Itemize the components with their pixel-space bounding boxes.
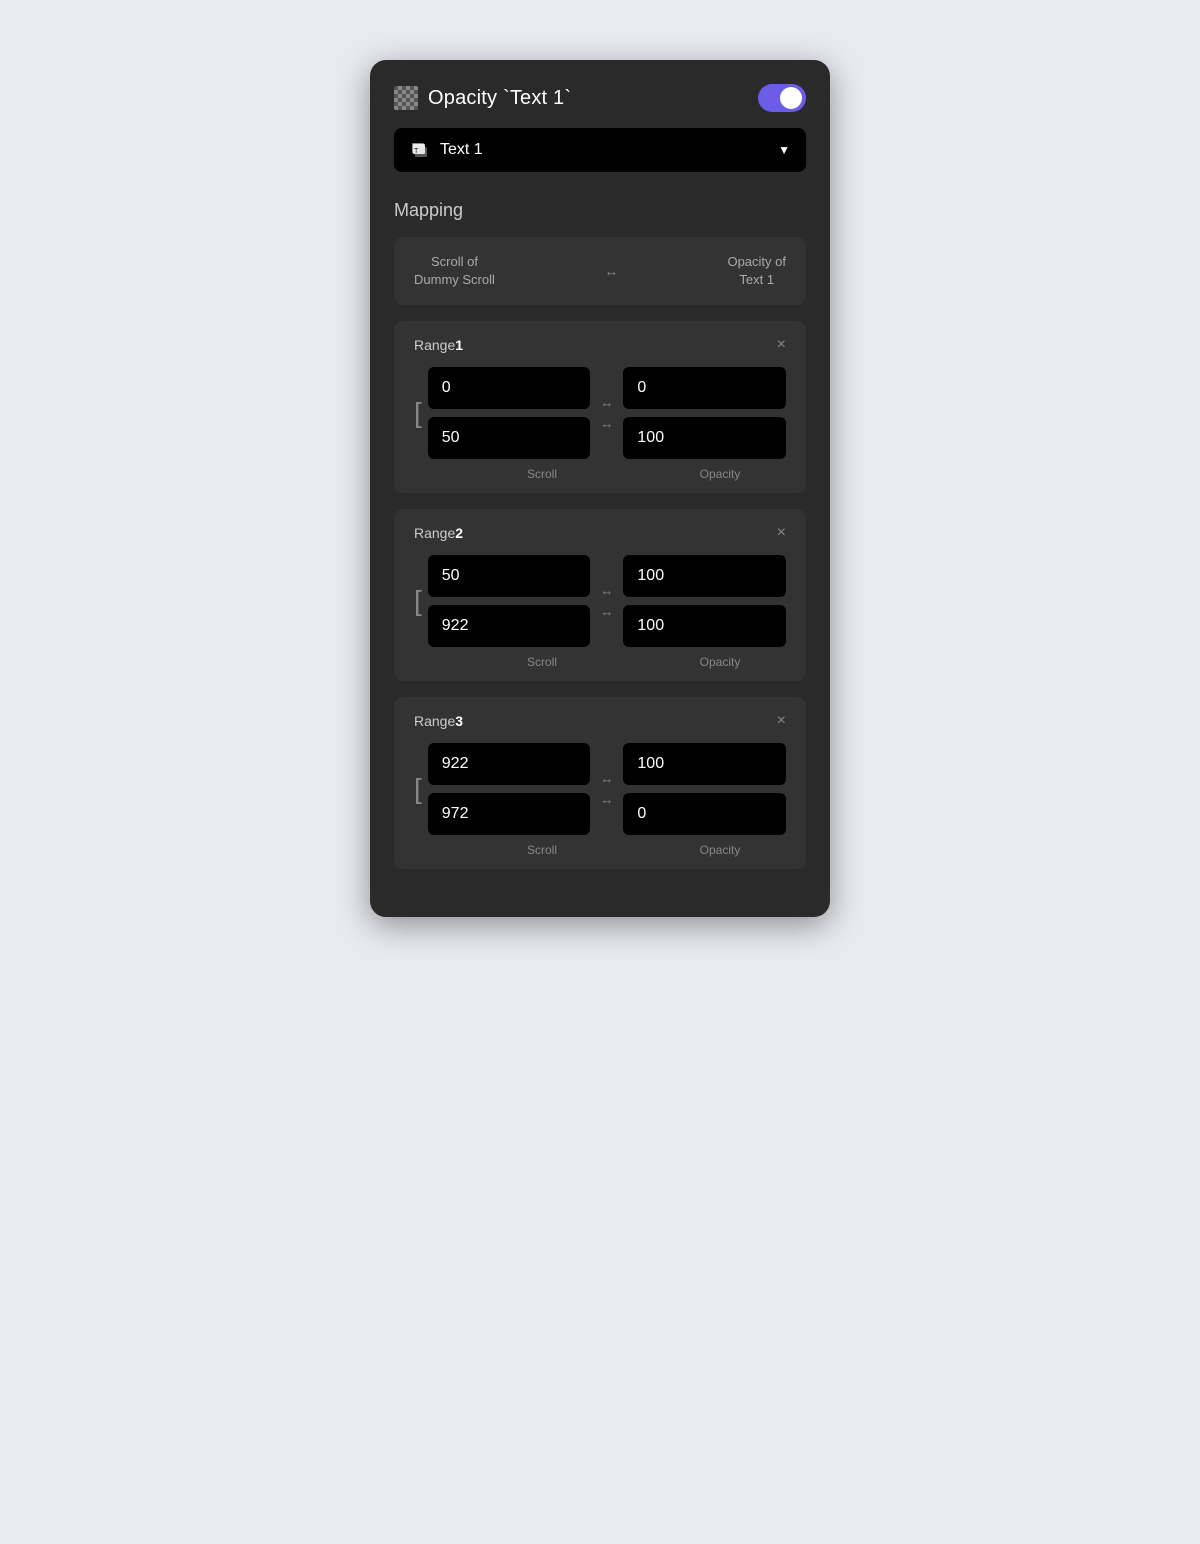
dropdown-arrow-icon: ▼ — [778, 143, 790, 157]
toggle-slider — [758, 84, 806, 112]
range-2-axis-labels: Scroll Opacity — [414, 655, 786, 669]
range-3-opacity-max[interactable] — [623, 793, 786, 835]
range-1-scroll-label: Scroll — [460, 467, 608, 481]
range-2-opacity-max[interactable] — [623, 605, 786, 647]
range-3-inputs: [ ↔ ↔ — [414, 743, 786, 835]
range-1-bracket: [ — [414, 367, 428, 459]
range-1-axis-labels: Scroll Opacity — [414, 467, 786, 481]
range-3-header: Range3 × — [414, 713, 786, 729]
range-1-close-button[interactable]: × — [777, 337, 786, 353]
range-3-opacity-inputs — [623, 743, 786, 835]
dropdown-left: T Text 1 — [410, 140, 483, 160]
header-left: Opacity `Text 1` — [394, 86, 571, 110]
range-3-close-button[interactable]: × — [777, 713, 786, 729]
layer-icon: T — [410, 140, 430, 160]
range-1-header: Range1 × — [414, 337, 786, 353]
range-2-scroll-inputs — [428, 555, 591, 647]
range-1-title: Range1 — [414, 337, 463, 353]
range-2-connector-top-icon: ↔ — [600, 584, 613, 597]
range-3-opacity-min[interactable] — [623, 743, 786, 785]
range-1-opacity-label: Opacity — [654, 467, 786, 481]
range-2-bracket: [ — [414, 555, 428, 647]
range-1-scroll-inputs — [428, 367, 591, 459]
range-1-opacity-inputs — [623, 367, 786, 459]
range-1-inputs: [ ↔ ↔ — [414, 367, 786, 459]
range-2-connectors: ↔ ↔ — [590, 555, 623, 647]
svg-text:T: T — [414, 148, 419, 155]
opacity-panel: Opacity `Text 1` T Text 1 ▼ Mapping Scro… — [370, 60, 830, 917]
range-3-connector-top-icon: ↔ — [600, 772, 613, 785]
range-1-connector-bottom-icon: ↔ — [600, 417, 613, 430]
range-1-scroll-min[interactable] — [428, 367, 591, 409]
range-card-2: Range2 × [ ↔ ↔ Scroll Opacity — [394, 509, 806, 681]
panel-title: Opacity `Text 1` — [428, 87, 571, 110]
range-1-connectors: ↔ ↔ — [590, 367, 623, 459]
range-3-scroll-label: Scroll — [460, 843, 608, 857]
range-2-header: Range2 × — [414, 525, 786, 541]
range-3-scroll-min[interactable] — [428, 743, 591, 785]
range-2-connector-bottom-icon: ↔ — [600, 605, 613, 618]
range-3-connector-bottom-icon: ↔ — [600, 793, 613, 806]
range-2-opacity-min[interactable] — [623, 555, 786, 597]
range-1-opacity-max[interactable] — [623, 417, 786, 459]
range-3-axis-labels: Scroll Opacity — [414, 843, 786, 857]
mapping-section: Mapping Scroll ofDummy Scroll ↔ Opacity … — [394, 200, 806, 305]
range-card-3: Range3 × [ ↔ ↔ Scroll Opacity — [394, 697, 806, 869]
mapping-source-label: Scroll ofDummy Scroll — [414, 253, 495, 289]
mapping-heading: Mapping — [394, 200, 806, 221]
range-3-connectors: ↔ ↔ — [590, 743, 623, 835]
mapping-target-label: Opacity ofText 1 — [727, 253, 786, 289]
range-2-scroll-label: Scroll — [460, 655, 608, 669]
mapping-row: Scroll ofDummy Scroll ↔ Opacity ofText 1 — [394, 237, 806, 305]
dropdown-label: Text 1 — [440, 141, 483, 159]
layer-dropdown[interactable]: T Text 1 ▼ — [394, 128, 806, 172]
range-3-scroll-inputs — [428, 743, 591, 835]
range-3-opacity-label: Opacity — [654, 843, 786, 857]
enable-toggle[interactable] — [758, 84, 806, 112]
range-3-title: Range3 — [414, 713, 463, 729]
range-3-bracket: [ — [414, 743, 428, 835]
range-card-1: Range1 × [ ↔ ↔ Scroll Opacity — [394, 321, 806, 493]
range-1-scroll-max[interactable] — [428, 417, 591, 459]
range-2-scroll-max[interactable] — [428, 605, 591, 647]
range-3-scroll-max[interactable] — [428, 793, 591, 835]
mapping-connector-icon: ↔ — [604, 263, 618, 279]
range-2-title: Range2 — [414, 525, 463, 541]
range-2-inputs: [ ↔ ↔ — [414, 555, 786, 647]
range-2-close-button[interactable]: × — [777, 525, 786, 541]
checkerboard-icon — [394, 86, 418, 110]
range-1-opacity-min[interactable] — [623, 367, 786, 409]
panel-header: Opacity `Text 1` — [394, 84, 806, 112]
range-2-opacity-inputs — [623, 555, 786, 647]
range-2-scroll-min[interactable] — [428, 555, 591, 597]
range-2-opacity-label: Opacity — [654, 655, 786, 669]
range-1-connector-top-icon: ↔ — [600, 396, 613, 409]
